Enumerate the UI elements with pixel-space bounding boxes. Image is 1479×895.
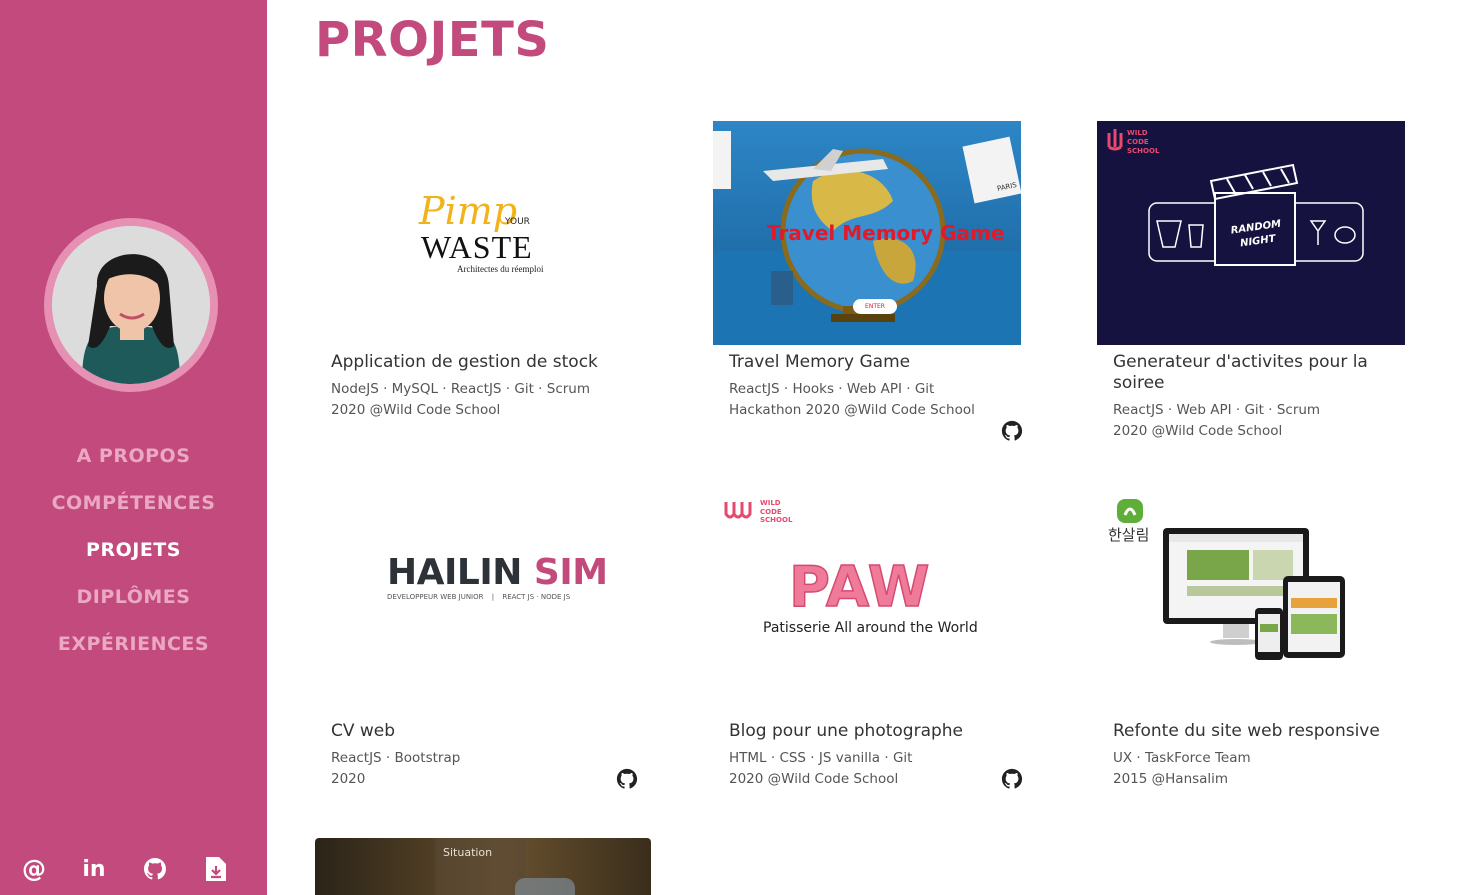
profile-photo: [52, 226, 210, 384]
game-headline: Travel Memory Game: [767, 221, 1005, 245]
project-title[interactable]: Application de gestion de stock: [331, 352, 631, 373]
avatar: [44, 218, 218, 392]
project-meta: 2020 @Wild Code School: [1113, 423, 1283, 439]
nav-item-diplomes[interactable]: DIPLÔMES: [0, 581, 267, 628]
project-thumbnail-hansalim: 한살림: [1097, 490, 1405, 714]
project-thumbnail-travel-memory-game: Travel Memory Game ENTER PARIS: [713, 121, 1021, 345]
wcs-logo-line: WILD: [1127, 129, 1148, 137]
project-meta: 2020 @Wild Code School: [729, 771, 899, 787]
project-tags: HTML · CSS · JS vanilla · Git: [729, 750, 913, 766]
project-title[interactable]: Travel Memory Game: [729, 352, 1029, 373]
cv-logo-first: HAILIN: [387, 552, 522, 593]
thumb-device: [515, 878, 575, 895]
linkedin-icon-glyph: in: [82, 856, 106, 882]
download-cv-icon[interactable]: [201, 854, 231, 884]
cv-logo-sub-left: DEVELOPPEUR WEB JUNIOR: [387, 593, 484, 601]
wcs-logo-line: SCHOOL: [1127, 147, 1160, 155]
project-thumbnail-hailin-sim: HAILIN SIM DEVELOPPEUR WEB JUNIOR | REAC…: [315, 490, 623, 714]
email-icon[interactable]: @: [19, 854, 49, 884]
project-title[interactable]: Generateur d'activites pour la soiree: [1113, 352, 1413, 394]
project-tags: UX · TaskForce Team: [1113, 750, 1251, 766]
cv-logo-last: SIM: [533, 552, 608, 593]
project-thumbnail-pimp-your-waste: Pimp YOUR WASTE Architectes du réemploi: [315, 121, 623, 345]
devices-mockup: [1163, 528, 1345, 660]
project-thumbnail-paw: WILD CODE SCHOOL PAW Patisserie All arou…: [713, 490, 1021, 714]
project-tags: ReactJS · Web API · Git · Scrum: [1113, 402, 1321, 418]
cv-logo-sub: DEVELOPPEUR WEB JUNIOR | REACT JS · NODE…: [387, 593, 570, 601]
page-title: PROJETS: [315, 12, 550, 68]
main-nav: A PROPOS COMPÉTENCES PROJETS DIPLÔMES EX…: [0, 440, 267, 675]
situation-label: Situation: [443, 846, 493, 859]
logo-small: YOUR: [505, 217, 530, 227]
wcs-logo-line: CODE: [760, 507, 782, 516]
github-icon[interactable]: [1001, 420, 1023, 442]
linkedin-icon[interactable]: in: [79, 854, 109, 884]
project-thumbnail-random-night: WILD CODE SCHOOL RANDOM NIGHT: [1097, 121, 1405, 345]
project-tags: NodeJS · MySQL · ReactJS · Git · Scrum: [331, 381, 591, 397]
wcs-logo: WILD CODE SCHOOL: [760, 499, 792, 525]
cv-logo: HAILIN SIM: [387, 552, 608, 593]
nav-item-a-propos[interactable]: A PROPOS: [0, 440, 267, 487]
logo-big: WASTE: [421, 229, 533, 265]
project-meta: 2020: [331, 771, 366, 787]
github-icon[interactable]: [1001, 768, 1023, 790]
wcs-logo: WILD CODE SCHOOL: [1127, 129, 1159, 156]
nav-item-projets[interactable]: PROJETS: [0, 534, 267, 581]
project-meta: Hackathon 2020 @Wild Code School: [729, 402, 975, 418]
game-enter-button: ENTER: [853, 299, 897, 314]
main-content: PROJETS Pimp YOUR WASTE Architectes du r…: [267, 0, 1479, 895]
project-tags: ReactJS · Hooks · Web API · Git: [729, 381, 935, 397]
paw-logo: PAW: [788, 555, 931, 620]
email-icon-glyph: @: [22, 855, 46, 883]
project-meta: 2015 @Hansalim: [1113, 771, 1229, 787]
wcs-logo-line: SCHOOL: [760, 516, 793, 524]
sidebar: A PROPOS COMPÉTENCES PROJETS DIPLÔMES EX…: [0, 0, 267, 895]
project-thumbnail-situation: Situation: [315, 838, 651, 895]
project-tags: ReactJS · Bootstrap: [331, 750, 461, 766]
github-icon[interactable]: [140, 854, 170, 884]
paw-subtitle: Patisserie All around the World: [763, 620, 978, 636]
cv-logo-sep: |: [491, 593, 495, 601]
project-title[interactable]: CV web: [331, 721, 631, 742]
project-title[interactable]: Refonte du site web responsive: [1113, 721, 1413, 742]
project-meta: 2020 @Wild Code School: [331, 402, 501, 418]
hansalim-logo-text: 한살림: [1108, 526, 1150, 544]
logo-script: Pimp: [419, 189, 518, 233]
nav-item-experiences[interactable]: EXPÉRIENCES: [0, 628, 267, 675]
wcs-logo-line: CODE: [1127, 138, 1149, 146]
wcs-logo-icon: [724, 502, 752, 519]
hansalim-logo-icon: [1117, 499, 1143, 523]
logo-sub: Architectes du réemploi: [457, 264, 544, 274]
cv-logo-sub-right: REACT JS · NODE JS: [502, 593, 571, 601]
wcs-logo-line: WILD: [760, 499, 781, 507]
project-title[interactable]: Blog pour une photographe: [729, 721, 1029, 742]
nav-item-competences[interactable]: COMPÉTENCES: [0, 487, 267, 534]
github-icon[interactable]: [616, 768, 638, 790]
social-links: @ in: [0, 852, 267, 888]
